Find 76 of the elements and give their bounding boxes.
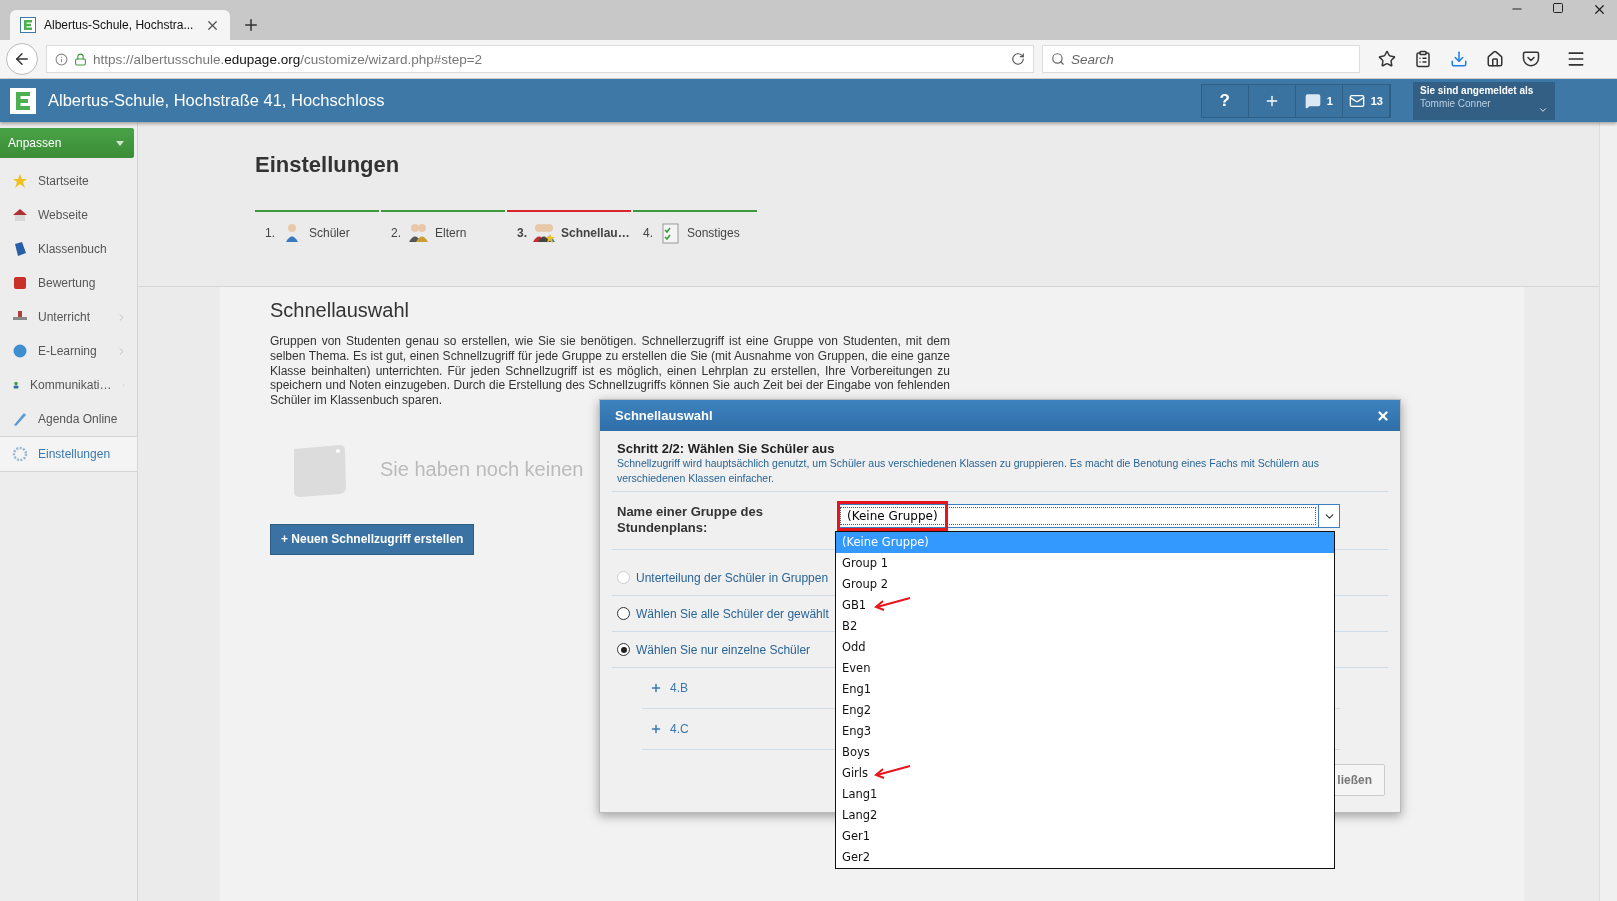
- arrow-annotation: [873, 764, 911, 780]
- sidebar-item[interactable]: Webseite: [0, 198, 137, 232]
- pen-icon: [12, 411, 28, 427]
- wizard-step[interactable]: 3. Schnellau…: [507, 210, 631, 244]
- close-icon[interactable]: [1376, 408, 1390, 423]
- sidebar-item[interactable]: Agenda Online: [0, 402, 137, 436]
- parents-icon: [407, 222, 429, 244]
- user-name: Tommie Conner: [1420, 97, 1492, 109]
- dialog-description: Schnellzugriff wird hauptsächlich genutzt, um Schüler aus verschiedenen Klassen zu gruppieren. Es macht die Benotung eines Fachs mit Schülern aus verschiedenen Klassen einfacher.: [612, 456, 1388, 492]
- book-icon: [12, 241, 28, 257]
- info-icon: [55, 52, 68, 66]
- messages-button[interactable]: 1: [1295, 84, 1343, 117]
- tab-title: Albertus-Schule, Hochstra...: [44, 18, 195, 32]
- sidebar-item[interactable]: Klassenbuch: [0, 232, 137, 266]
- menu-icon[interactable]: [1566, 49, 1586, 69]
- add-button[interactable]: [1248, 84, 1296, 117]
- wizard-step[interactable]: 1. Schüler: [255, 210, 379, 244]
- description-text: Gruppen von Studenten genau so erstellen, wie Sie sie benötigen. Schnellerzugriff ist eine Gruppe von Studenten, mit dem selben Thema. Es ist gut, einen Schnellzugriff für jede Gruppe zu erstellen die Sie (mit Ausnahme von Gruppen, die eine ganze Klasse beinhalten) unterrichten. Für jeden Schnellzugriff ist es möglich, einen Lehrplan zu erstellen, Ihre Vorbereitungen zu speichern und Noten einzugeben. Durch die Erstellung des Schnellzugriffs können Sie auch Zeit bei der Eingabe von fehlenden Schüler im Klassenbuch sparen.: [270, 334, 950, 408]
- radio-button[interactable]: [617, 607, 630, 620]
- group-icon: [533, 222, 555, 244]
- new-tab-icon[interactable]: [242, 16, 260, 34]
- search-placeholder: Search: [1071, 51, 1114, 67]
- close-icon[interactable]: [1592, 2, 1607, 17]
- search-icon: [1051, 52, 1065, 66]
- checklist-icon: [659, 222, 681, 244]
- section-heading: Schnellauswahl: [270, 299, 410, 322]
- browser-tab[interactable]: Albertus-Schule, Hochstra...: [10, 10, 230, 40]
- lock-icon: [74, 52, 87, 66]
- speech-bubble-icon: [1304, 92, 1321, 109]
- globe-icon: [12, 343, 28, 359]
- mail-button[interactable]: 13: [1342, 84, 1390, 117]
- download-icon[interactable]: [1450, 50, 1468, 68]
- scrollbar[interactable]: [1599, 121, 1617, 901]
- envelope-icon: [1348, 92, 1365, 109]
- radio-label[interactable]: Wählen Sie nur einzelne Schüler: [636, 642, 811, 657]
- radio-button[interactable]: [617, 643, 630, 656]
- site-logo-icon: [20, 17, 36, 33]
- address-bar[interactable]: https://albertusschule.edupage.org/customize/wizard.php#step=2: [46, 45, 1034, 73]
- sidebar-item[interactable]: Einstellungen: [0, 436, 137, 472]
- maximize-icon[interactable]: [1552, 2, 1564, 14]
- page-title: Einstellungen: [255, 152, 401, 178]
- user-label: Sie sind angemeldet als: [1420, 84, 1535, 96]
- school-title: Albertus-Schule, Hochstraße 41, Hochschloss: [48, 91, 386, 110]
- customize-button[interactable]: Anpassen: [0, 128, 134, 158]
- url-text: https://albertusschule.edupage.org/customize/wizard.php#step=2: [93, 51, 484, 67]
- group-select[interactable]: (Keine Gruppe): [837, 504, 1340, 528]
- create-button[interactable]: + Neuen Schnellzugriff erstellen: [270, 524, 475, 555]
- radio-label[interactable]: Wählen Sie alle Schüler der gewählt: [636, 606, 829, 621]
- sidebar-item[interactable]: E-Learning: [0, 334, 137, 368]
- house-icon: [12, 207, 28, 223]
- dialog-title: Schnellauswahl: [615, 408, 713, 423]
- pocket-icon[interactable]: [1522, 50, 1540, 68]
- back-button[interactable]: [6, 43, 38, 75]
- arrow-annotation: [873, 596, 911, 612]
- search-field[interactable]: Search: [1042, 45, 1360, 73]
- settings-icon: [12, 446, 28, 462]
- plus-icon: [650, 723, 662, 735]
- sidebar-item[interactable]: Startseite: [0, 164, 137, 198]
- grade-icon: [12, 275, 28, 291]
- user-menu[interactable]: Sie sind angemeldet als Tommie Conner: [1413, 81, 1555, 120]
- bookmark-star-icon[interactable]: [1378, 50, 1396, 68]
- field-label: Name einer Gruppe des Stundenplans:: [617, 504, 764, 537]
- step-title: Schritt 2/2: Wählen Sie Schüler aus: [616, 441, 836, 456]
- wizard-step[interactable]: 2. Eltern: [381, 210, 505, 244]
- help-button[interactable]: ?: [1201, 84, 1249, 117]
- reload-icon[interactable]: [1011, 52, 1025, 66]
- star-icon: [12, 173, 28, 189]
- sidebar-item[interactable]: Kommunikati…: [0, 368, 137, 402]
- caret-icon: [116, 140, 124, 146]
- plus-icon: [650, 682, 662, 694]
- sidebar-item[interactable]: Bewertung: [0, 266, 137, 300]
- wizard-step[interactable]: 4. Sonstiges: [633, 210, 757, 244]
- app-logo-icon: [10, 87, 36, 114]
- reader-icon[interactable]: [1414, 50, 1432, 68]
- home-icon[interactable]: [1486, 50, 1504, 68]
- sidebar-item[interactable]: Unterricht: [0, 300, 137, 334]
